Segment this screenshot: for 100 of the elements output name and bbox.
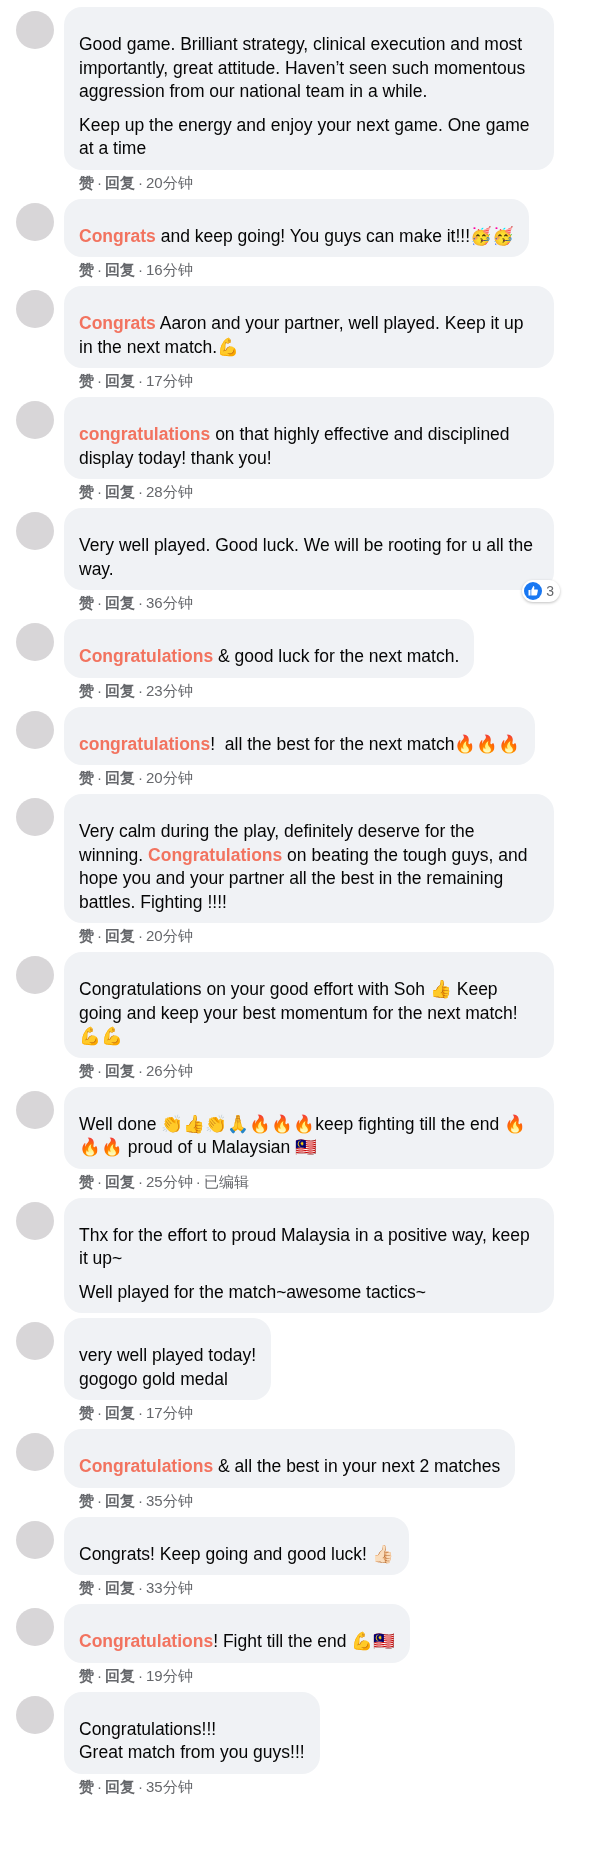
avatar[interactable] <box>16 1695 54 1734</box>
reply-link[interactable]: 回复 <box>105 260 135 279</box>
separator-dot: · <box>97 1776 102 1796</box>
comment-text: congratulations! all the best for the next match🔥🔥🔥 <box>79 732 521 756</box>
separator-dot: · <box>138 1578 143 1597</box>
like-link[interactable]: 赞 <box>79 1060 94 1080</box>
separator-dot: · <box>97 1665 102 1685</box>
like-link[interactable]: 赞 <box>79 172 94 192</box>
reply-link[interactable]: 回复 <box>105 1490 135 1510</box>
separator-dot: · <box>138 260 143 279</box>
reply-link[interactable]: 回复 <box>105 768 135 787</box>
reply-link[interactable]: 回复 <box>105 680 135 700</box>
comment-time: 35分钟 <box>146 1490 193 1510</box>
comment-time: 33分钟 <box>146 1578 193 1597</box>
separator-dot: · <box>138 1665 143 1685</box>
separator-dot: · <box>138 1060 143 1080</box>
separator-dot: · <box>97 1060 102 1080</box>
like-link[interactable]: 赞 <box>79 926 94 945</box>
like-link[interactable]: 赞 <box>79 1171 94 1191</box>
like-link[interactable]: 赞 <box>79 680 94 700</box>
avatar[interactable] <box>16 1322 54 1360</box>
like-link[interactable]: 赞 <box>79 1578 94 1597</box>
avatar[interactable] <box>16 1433 54 1471</box>
separator-dot: · <box>97 593 102 612</box>
comment-time: 20分钟 <box>146 768 193 787</box>
separator-dot: · <box>97 1490 102 1510</box>
comment-time: 26分钟 <box>146 1060 193 1080</box>
reply-link[interactable]: 回复 <box>105 482 135 501</box>
like-link[interactable]: 赞 <box>79 260 94 279</box>
avatar[interactable] <box>16 1090 54 1129</box>
comment-text: Keep up the energy and enjoy your next game. One game at a time <box>79 113 531 160</box>
avatar[interactable] <box>16 401 54 439</box>
avatar[interactable] <box>16 710 54 749</box>
like-link[interactable]: 赞 <box>79 482 94 501</box>
comment-text: Thx for the effort to proud Malaysia in a positive way, keep it up~ <box>79 1223 531 1270</box>
comment-text: Congratulations on your good effort with Soh 👍 Keep going and keep your best momentum for the next match! 💪💪 <box>79 978 519 1048</box>
edited-label: 已编辑 <box>203 1171 249 1191</box>
separator-dot: · <box>138 1403 143 1422</box>
reply-link[interactable]: 回复 <box>105 1578 135 1597</box>
like-link[interactable]: 赞 <box>79 371 94 390</box>
comment-text: very well played today! gogogo gold medal <box>79 1344 257 1391</box>
comment-text: Very calm during the play, definitely deserve for the winning. Congratulations on beating the tough guys, and hope you and your partner all the best in the remaining battles. Fighting !!!! <box>79 820 529 914</box>
separator-dot: · <box>97 482 102 501</box>
separator-dot: · <box>97 1171 102 1191</box>
reaction-count: 3 <box>546 583 554 599</box>
reply-link[interactable]: 回复 <box>105 1171 135 1191</box>
separator-dot: · <box>138 482 143 501</box>
comment-text: Congratulations!!! Great match from you guys!!! <box>79 1717 305 1764</box>
comment-time: 17分钟 <box>146 1403 193 1422</box>
avatar[interactable] <box>16 1201 54 1240</box>
reply-link[interactable]: 回复 <box>105 172 135 192</box>
like-link[interactable]: 赞 <box>79 593 94 612</box>
separator-dot: · <box>138 680 143 700</box>
separator-dot: · <box>97 1403 102 1422</box>
comment-text: Congrats and keep going! You guys can make it!!!🥳🥳 <box>79 224 515 248</box>
separator-dot: · <box>138 1171 143 1191</box>
avatar[interactable] <box>16 512 54 550</box>
comment-time: 19分钟 <box>146 1665 193 1685</box>
comment-text: Congratulations! Fight till the end 💪🇲🇾 <box>79 1630 396 1653</box>
reply-link[interactable]: 回复 <box>105 593 135 612</box>
comment-text: Congrats! Keep going and good luck! 👍🏻 <box>79 1542 394 1566</box>
separator-dot: · <box>97 926 102 945</box>
separator-dot: · <box>138 1776 143 1796</box>
avatar[interactable] <box>16 956 54 994</box>
avatar[interactable] <box>16 1608 54 1646</box>
comment-text: Very well played. Good luck. We will be rooting for u all the way. <box>79 534 534 581</box>
separator-dot: · <box>97 768 102 787</box>
comment-time: 16分钟 <box>146 260 193 279</box>
avatar[interactable] <box>16 798 54 836</box>
avatar[interactable] <box>16 202 54 241</box>
comment-time: 35分钟 <box>146 1776 193 1796</box>
avatar[interactable] <box>16 11 54 49</box>
reply-link[interactable]: 回复 <box>105 1060 135 1080</box>
comment-text: Well played for the match~awesome tactics~ <box>79 1280 427 1304</box>
like-link[interactable]: 赞 <box>79 1665 94 1685</box>
comment-time: 20分钟 <box>146 926 193 945</box>
reply-link[interactable]: 回复 <box>105 1665 135 1685</box>
comment-time: 17分钟 <box>146 371 193 390</box>
like-link[interactable]: 赞 <box>79 1776 94 1796</box>
separator-dot: · <box>97 172 102 192</box>
like-icon <box>524 582 543 600</box>
avatar[interactable] <box>16 623 54 661</box>
avatar[interactable] <box>16 290 54 328</box>
separator-dot: · <box>138 926 143 945</box>
like-link[interactable]: 赞 <box>79 1490 94 1510</box>
separator-dot: · <box>138 172 143 192</box>
comment-time: 36分钟 <box>146 593 193 612</box>
like-link[interactable]: 赞 <box>79 1403 94 1422</box>
comment-text: Good game. Brilliant strategy, clinical execution and most importantly, great attitude. Haven’t seen such momentous aggression from our national team in a while. <box>79 33 527 103</box>
comment-text: Well done 👏👍👏🙏🔥🔥🔥keep fighting till the end 🔥🔥🔥 proud of u Malaysian 🇲🇾 <box>79 1112 528 1159</box>
like-link[interactable]: 赞 <box>79 768 94 787</box>
avatar[interactable] <box>16 1520 54 1559</box>
reply-link[interactable]: 回复 <box>105 371 135 390</box>
reply-link[interactable]: 回复 <box>105 1403 135 1422</box>
reply-link[interactable]: 回复 <box>105 1776 135 1796</box>
reaction-badge[interactable]: 3 <box>522 580 560 602</box>
reply-link[interactable]: 回复 <box>105 926 135 945</box>
comment-time: 23分钟 <box>146 680 193 700</box>
separator-dot: · <box>97 371 102 390</box>
separator-dot: · <box>97 680 102 700</box>
